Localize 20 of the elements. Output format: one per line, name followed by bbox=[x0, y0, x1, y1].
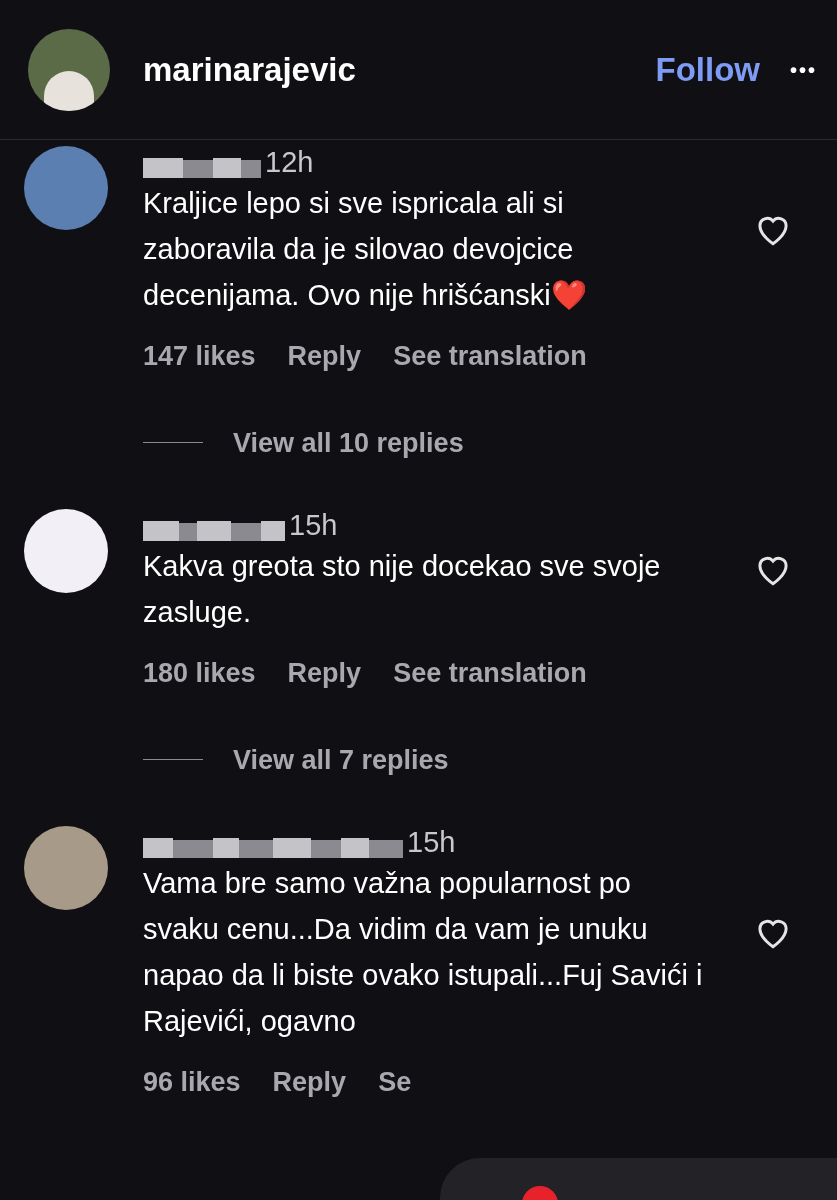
comment-time: 15h bbox=[407, 825, 456, 860]
view-replies-button[interactable]: View all 10 replies bbox=[233, 422, 464, 463]
reply-button[interactable]: Reply bbox=[272, 1062, 347, 1103]
comment-text: Kraljice lepo si sve ispricala ali si zaboravila da je silovao devojcice decenijama. Ovo nije hrišćanski❤ bbox=[143, 186, 588, 313]
more-options-button[interactable]: ••• bbox=[790, 54, 817, 85]
profile-username[interactable]: marinarajevic bbox=[143, 44, 356, 95]
reply-button[interactable]: Reply bbox=[287, 653, 362, 694]
comment-text: Kakva greota sto nije docekao sve svoje zasluge. bbox=[143, 549, 662, 630]
likes-count[interactable]: 180 likes bbox=[143, 653, 256, 694]
comment-time: 12h bbox=[265, 145, 314, 180]
likes-count[interactable]: 147 likes bbox=[143, 336, 256, 377]
view-replies-button[interactable]: View all 7 replies bbox=[233, 739, 449, 780]
comment-text: Vama bre samo važna popularnost po svaku cenu...Da vidim da vam je unuku napao da li biste ovako istupali...Fuj Savići i Rajevići, ogavno bbox=[143, 866, 703, 1039]
see-translation-button[interactable]: Se bbox=[378, 1062, 412, 1103]
see-translation-button[interactable]: See translation bbox=[393, 336, 587, 377]
see-translation-button[interactable]: See translation bbox=[393, 653, 587, 694]
likes-count[interactable]: 96 likes bbox=[143, 1062, 241, 1103]
follow-button[interactable]: Follow bbox=[655, 44, 760, 95]
reply-button[interactable]: Reply bbox=[287, 336, 362, 377]
comment-time: 15h bbox=[289, 508, 338, 543]
